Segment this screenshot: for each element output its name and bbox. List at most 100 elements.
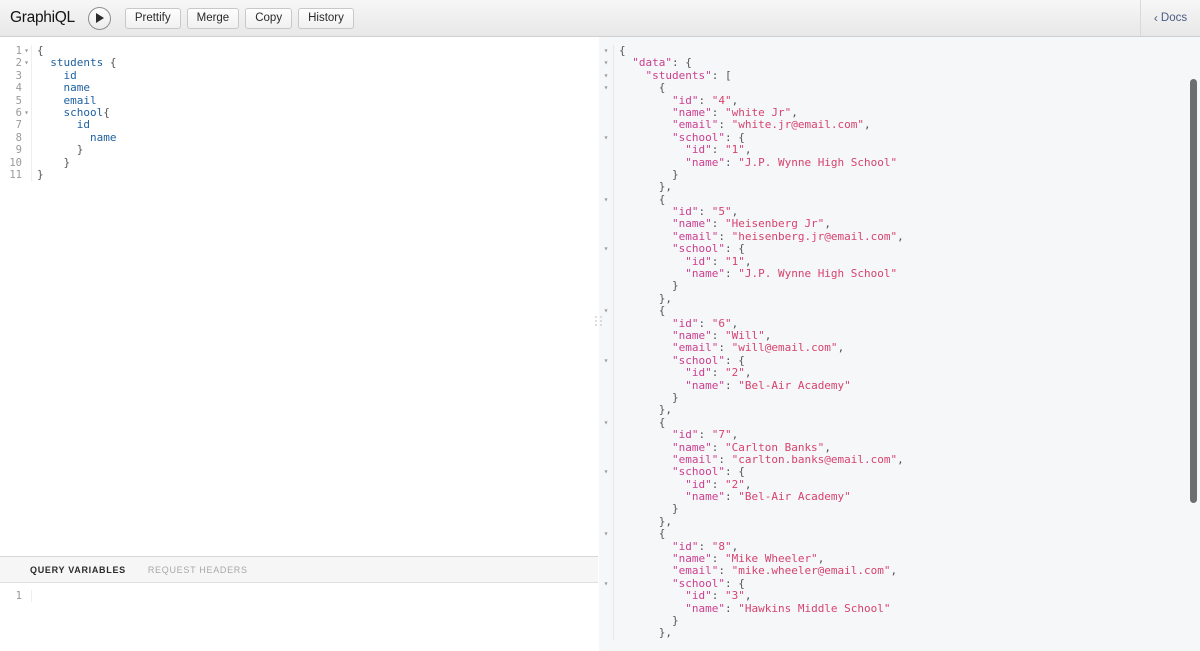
graphql-punct: } [37,143,83,156]
json-key: "id" [619,143,712,156]
fold-spacer [599,553,613,565]
fold-spacer [599,206,613,218]
json-key: "school" [619,465,725,478]
json-string-value: "Mike Wheeler" [725,552,818,565]
fold-arrow-icon[interactable]: ▾ [599,45,613,57]
fold-spacer [599,231,613,243]
json-punct: { [619,304,665,317]
json-key: "name" [619,441,712,454]
json-string-value: "mike.wheeler@email.com" [732,564,891,577]
json-key: "school" [619,242,725,255]
json-string-value: "Hawkins Middle School" [738,602,890,615]
fold-arrow-icon[interactable]: ▾ [22,45,31,57]
fold-spacer [599,615,613,627]
fold-spacer [599,144,613,156]
line-number: 3 [0,70,22,82]
variables-tab-request-headers[interactable]: Request Headers [148,565,248,575]
result-line-text: }, [614,627,672,639]
json-punct: , [732,428,739,441]
json-punct: , [824,441,831,454]
graphql-punct: { [37,44,44,57]
json-key: "name" [619,552,712,565]
result-line: ▾ "students": [ [599,70,1200,82]
fold-arrow-icon[interactable]: ▾ [599,417,613,429]
fold-arrow-icon[interactable]: ▾ [599,57,613,69]
result-line: "name": "J.P. Wynne High School" [599,157,1200,169]
line-number: 1 [0,590,22,602]
drag-dot [595,316,597,318]
query-editor[interactable]: 1▾{2▾ students {3 id4 name5 email6▾ scho… [0,37,598,556]
json-key: "data" [619,56,672,69]
pane-drag-handle[interactable] [593,313,604,329]
execute-query-button[interactable] [88,7,111,30]
json-punct: }, [619,515,672,528]
json-string-value: "will@email.com" [732,341,838,354]
line-number: 4 [0,82,22,94]
json-punct: : [718,341,731,354]
drag-dot [600,324,602,326]
graphql-field: school [37,106,103,119]
fold-arrow-icon[interactable]: ▾ [599,82,613,94]
json-punct: : [698,94,711,107]
graphql-punct: } [37,156,70,169]
result-scrollbar[interactable] [1190,79,1197,503]
json-punct: : [712,106,725,119]
result-line: }, [599,404,1200,416]
fold-arrow-icon[interactable]: ▾ [599,243,613,255]
json-punct: , [745,143,752,156]
json-punct: { [619,416,665,429]
json-string-value: "7" [712,428,732,441]
json-punct: , [897,230,904,243]
result-line: }, [599,293,1200,305]
fold-arrow-icon[interactable]: ▾ [22,107,31,119]
fold-spacer [599,367,613,379]
fold-arrow-icon[interactable]: ▾ [599,132,613,144]
fold-arrow-icon[interactable]: ▾ [599,355,613,367]
json-punct: : [725,379,738,392]
json-punct: : [725,267,738,280]
toolbar-button-history[interactable]: History [298,8,354,29]
json-punct: : [698,428,711,441]
docs-toggle-button[interactable]: ‹ Docs [1140,0,1200,36]
json-string-value: "2" [725,478,745,491]
toolbar-button-merge[interactable]: Merge [187,8,240,29]
fold-spacer [599,169,613,181]
json-string-value: "white Jr" [725,106,791,119]
toolbar-button-copy[interactable]: Copy [245,8,292,29]
fold-arrow-icon[interactable]: ▾ [599,578,613,590]
fold-arrow-icon[interactable]: ▾ [599,194,613,206]
json-key: "id" [619,478,712,491]
json-punct: , [732,94,739,107]
json-punct: : [712,329,725,342]
drag-dot [595,324,597,326]
json-punct: { [619,44,626,57]
json-punct: , [732,205,739,218]
graphql-field: id [37,69,77,82]
toolbar-button-group: Prettify MergeCopy History [125,8,354,29]
fold-arrow-icon[interactable]: ▾ [599,466,613,478]
toolbar-button-prettify[interactable]: Prettify [125,8,181,29]
fold-spacer [22,157,31,169]
json-punct: , [745,589,752,602]
fold-arrow-icon[interactable]: ▾ [22,57,31,69]
graphql-punct: { [103,106,110,119]
json-punct: : [712,552,725,565]
fold-arrow-icon[interactable]: ▾ [599,528,613,540]
json-key: "name" [619,379,725,392]
json-string-value: "6" [712,317,732,330]
result-pane: ▾{▾ "data": {▾ "students": [▾ { "id": "4… [599,37,1200,651]
fold-spacer [599,330,613,342]
fold-spacer [599,342,613,354]
result-viewer[interactable]: ▾{▾ "data": {▾ "students": [▾ { "id": "4… [599,45,1200,640]
variables-tab-query-variables[interactable]: Query Variables [30,565,126,575]
json-string-value: "8" [712,540,732,553]
json-punct: : [718,564,731,577]
graphql-field: name [37,81,90,94]
fold-arrow-icon[interactable]: ▾ [599,70,613,82]
line-number: 10 [0,157,22,169]
json-punct: : [698,317,711,330]
fold-spacer [599,516,613,528]
query-variables-editor[interactable]: 1 [0,583,598,651]
query-line: 11} [0,169,598,181]
json-string-value: "Bel-Air Academy" [738,379,851,392]
